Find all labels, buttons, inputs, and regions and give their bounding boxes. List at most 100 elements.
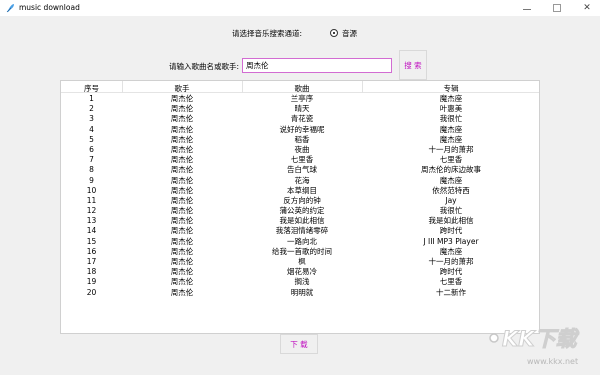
results-table: 序号 歌手 歌曲 专辑 1 周杰伦 兰亭序 魔杰座 2 周杰伦 晴天 叶惠美 3 周杰伦 青花瓷 我很… (60, 80, 540, 334)
table-row[interactable]: 14 周杰伦 我落泪情绪零碎 跨时代 (61, 226, 539, 236)
row-song: 烟花易冷 (287, 267, 317, 277)
row-singer: 周杰伦 (170, 246, 194, 256)
row-album: 魔杰座 (439, 124, 463, 134)
watermark-text: KK下载 (502, 327, 580, 351)
row-song: 稻香 (294, 134, 310, 144)
table-row[interactable]: 1 周杰伦 兰亭序 魔杰座 (61, 94, 539, 104)
search-input[interactable] (242, 58, 392, 73)
row-album: 魔杰座 (439, 134, 463, 144)
row-index: 1 (89, 94, 94, 103)
row-index: 19 (86, 277, 97, 287)
row-singer: 周杰伦 (170, 236, 194, 246)
row-song: 明明就 (290, 287, 314, 297)
table-row[interactable]: 11 周杰伦 反方向的钟 Jay (61, 196, 539, 206)
table-row[interactable]: 19 周杰伦 搁浅 七里香 (61, 277, 539, 287)
row-album: 十一月的萧邦 (428, 257, 474, 266)
table-body: 1 周杰伦 兰亭序 魔杰座 2 周杰伦 晴天 叶惠美 3 周杰伦 青花瓷 我很忙 4 周杰伦 说好的幸福呢魔… (61, 94, 539, 298)
row-index: 20 (86, 287, 97, 297)
row-index: 13 (86, 216, 97, 226)
row-index: 6 (89, 144, 94, 154)
title-bar: music download ✕ (0, 0, 600, 16)
minimize-button[interactable] (512, 0, 542, 16)
row-album: 十一月的萧邦 (428, 144, 474, 154)
row-song: 青花瓷 (290, 114, 314, 124)
row-song: 蒲公英的约定 (279, 206, 325, 216)
table-row[interactable]: 8 周杰伦 告白气球 周杰伦的床边故事 (61, 165, 539, 175)
row-index: 4 (89, 124, 94, 134)
row-song: 我是如此相信 (279, 216, 325, 226)
row-album: 魔杰座 (439, 246, 463, 256)
column-header-song[interactable]: 歌曲 (242, 83, 362, 94)
row-singer: 周杰伦 (170, 175, 194, 185)
row-album: 七里香 (439, 155, 463, 165)
maximize-button[interactable] (542, 0, 572, 16)
row-singer: 周杰伦 (170, 94, 194, 103)
table-row[interactable]: 12 周杰伦 蒲公英的约定 我很忙 (61, 206, 539, 216)
row-singer: 周杰伦 (170, 124, 194, 134)
row-singer: 周杰伦 (170, 206, 194, 216)
row-album: 周杰伦的床边故事 (421, 165, 481, 175)
row-singer: 周杰伦 (170, 277, 194, 287)
row-singer: 周杰伦 (170, 257, 194, 266)
row-singer: 周杰伦 (170, 226, 194, 236)
app-feather-icon (6, 4, 14, 13)
row-index: 8 (89, 165, 94, 175)
row-singer: 周杰伦 (170, 155, 194, 165)
table-row[interactable]: 5 周杰伦 稻香 魔杰座 (61, 135, 539, 145)
row-album: Jay (445, 195, 457, 205)
row-singer: 周杰伦 (170, 185, 194, 195)
row-singer: 周杰伦 (170, 104, 194, 114)
row-song: 夜曲 (294, 144, 310, 154)
row-album: 魔杰座 (439, 94, 463, 103)
row-song: 反方向的钟 (283, 195, 321, 205)
watermark-url: www.kkx.net (527, 357, 579, 366)
table-row[interactable]: 7 周杰伦 七里香 七里香 (61, 155, 539, 165)
table-row[interactable]: 20 周杰伦 明明就 十二新作 (61, 288, 539, 298)
row-album: 依然范特西 (432, 185, 470, 195)
table-row[interactable]: 2 周杰伦 晴天 叶惠美 (61, 104, 539, 114)
row-song: 搁浅 (294, 277, 310, 287)
row-index: 5 (89, 134, 94, 144)
table-row[interactable]: 4 周杰伦 说好的幸福呢 魔杰座 (61, 125, 539, 135)
column-header-singer[interactable]: 歌手 (122, 83, 242, 94)
column-header-album[interactable]: 专辑 (362, 83, 540, 94)
table-row[interactable]: 3 周杰伦 青花瓷 我很忙 (61, 114, 539, 124)
table-row[interactable]: 16 周杰伦 给我一首歌的时间 魔杰座 (61, 247, 539, 257)
table-row[interactable]: 13 周杰伦 我是如此相信 我是如此相信 (61, 216, 539, 226)
table-row[interactable]: 6 周杰伦 夜曲 十一月的萧邦 (61, 145, 539, 155)
row-singer: 周杰伦 (170, 195, 194, 205)
row-singer: 周杰伦 (170, 267, 194, 277)
download-button[interactable]: 下 载 (280, 334, 318, 354)
table-header: 序号 歌手 歌曲 专辑 (61, 81, 539, 93)
source-radio-label[interactable]: 音源 (342, 28, 357, 39)
watermark-logo: KK下载 (489, 327, 580, 352)
row-song: 晴天 (294, 104, 310, 114)
row-index: 15 (86, 236, 97, 246)
column-divider[interactable] (362, 81, 363, 93)
table-row[interactable]: 15 周杰伦 一路向北 J III MP3 Player (61, 237, 539, 247)
row-index: 14 (86, 226, 97, 236)
source-radio[interactable] (330, 29, 338, 37)
table-row[interactable]: 17 周杰伦 枫 十一月的萧邦 (61, 257, 539, 267)
column-header-index[interactable]: 序号 (61, 83, 122, 94)
row-singer: 周杰伦 (170, 114, 194, 124)
row-song: 给我一首歌的时间 (272, 246, 332, 256)
row-song: 花海 (294, 175, 310, 185)
row-singer: 周杰伦 (170, 216, 194, 226)
row-album: 跨时代 (439, 226, 463, 236)
maximize-icon (553, 4, 561, 12)
column-divider[interactable] (122, 81, 123, 93)
row-index: 11 (86, 195, 97, 205)
table-row[interactable]: 10 周杰伦 本草纲目 依然范特西 (61, 186, 539, 196)
row-song: 我落泪情绪零碎 (275, 226, 329, 236)
row-index: 10 (86, 185, 97, 195)
search-label: 请输入歌曲名或歌手: (169, 62, 240, 71)
row-song: 本草纲目 (287, 185, 317, 195)
table-row[interactable]: 18 周杰伦 烟花易冷 跨时代 (61, 267, 539, 277)
column-divider[interactable] (242, 81, 243, 93)
row-singer: 周杰伦 (170, 165, 194, 175)
table-row[interactable]: 9 周杰伦 花海 魔杰座 (61, 176, 539, 186)
close-button[interactable]: ✕ (572, 0, 600, 16)
search-button[interactable]: 搜 索 (399, 50, 427, 80)
row-album: 七里香 (439, 277, 463, 287)
